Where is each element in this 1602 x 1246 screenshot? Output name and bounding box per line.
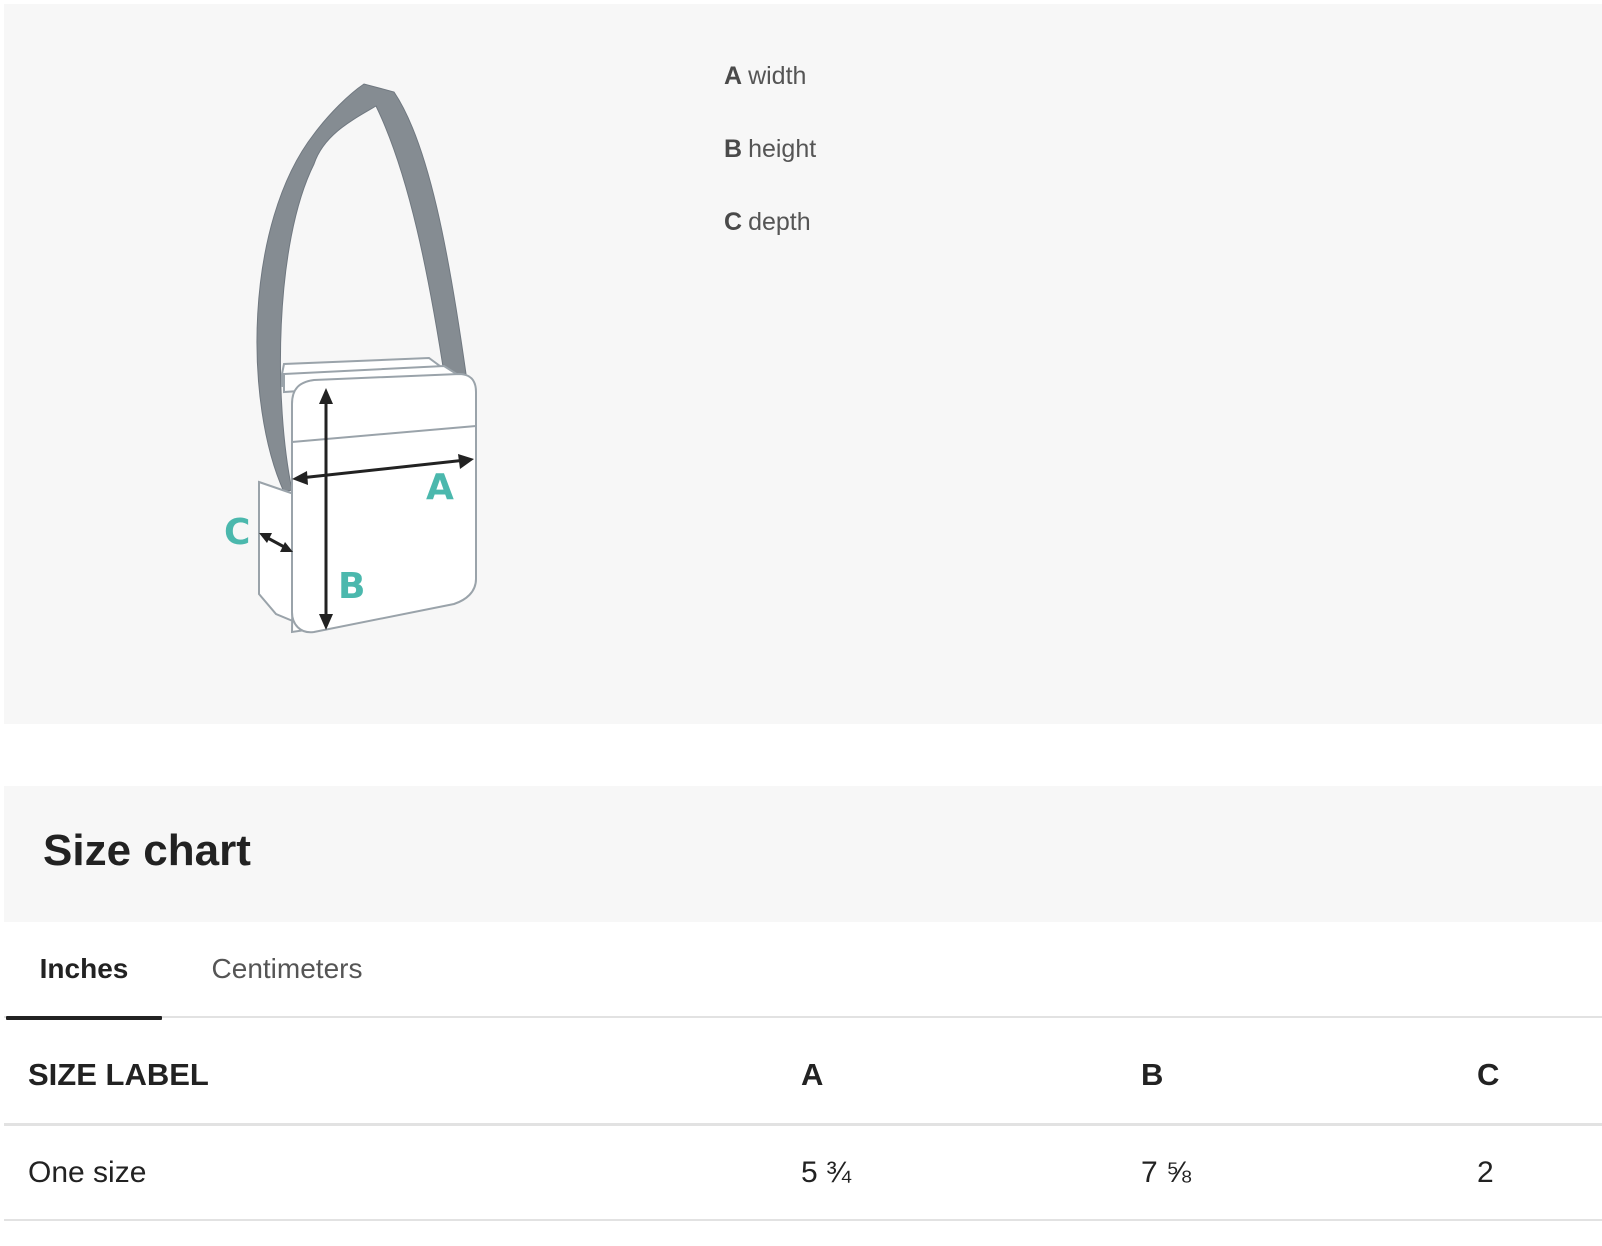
- measurement-legend: Awidth Bheight Cdepth: [724, 58, 816, 277]
- column-header-b: B: [1141, 1056, 1164, 1092]
- legend-text: width: [748, 62, 807, 90]
- cell-a: 5 ¾: [801, 1155, 852, 1189]
- table-header-row: SIZE LABEL A B C: [4, 1018, 1602, 1126]
- size-table: SIZE LABEL A B C One size 5 ¾ 7 ⅝ 2: [4, 1018, 1602, 1221]
- column-header-a: A: [801, 1056, 824, 1092]
- measurement-panel: A B C Awidth Bheight Cdepth: [4, 4, 1602, 724]
- cell-c: 2: [1477, 1155, 1494, 1189]
- legend-letter: B: [724, 135, 743, 163]
- diagram-label-a: A: [426, 467, 454, 508]
- legend-text: depth: [748, 208, 811, 236]
- bag-diagram: A B C: [204, 74, 504, 654]
- legend-letter: C: [724, 208, 743, 236]
- size-chart-header: Size chart: [4, 786, 1602, 922]
- tab-centimeters[interactable]: Centimeters: [202, 924, 372, 1018]
- legend-item-width: Awidth: [724, 58, 816, 131]
- tab-inches[interactable]: Inches: [6, 924, 162, 1020]
- legend-item-depth: Cdepth: [724, 204, 816, 277]
- legend-text: height: [748, 135, 817, 163]
- cell-size-label: One size: [28, 1155, 147, 1189]
- cell-b: 7 ⅝: [1141, 1155, 1192, 1189]
- size-chart-title: Size chart: [43, 826, 251, 875]
- column-header-c: C: [1477, 1056, 1500, 1092]
- table-row: One size 5 ¾ 7 ⅝ 2: [4, 1126, 1602, 1221]
- diagram-label-b: B: [338, 566, 365, 607]
- legend-item-height: Bheight: [724, 131, 816, 204]
- bag-illustration: A B C: [224, 83, 477, 634]
- unit-tabs: Inches Centimeters: [4, 924, 1602, 1020]
- legend-letter: A: [724, 62, 743, 90]
- column-header-size-label: SIZE LABEL: [28, 1056, 209, 1092]
- diagram-label-c: C: [224, 512, 250, 553]
